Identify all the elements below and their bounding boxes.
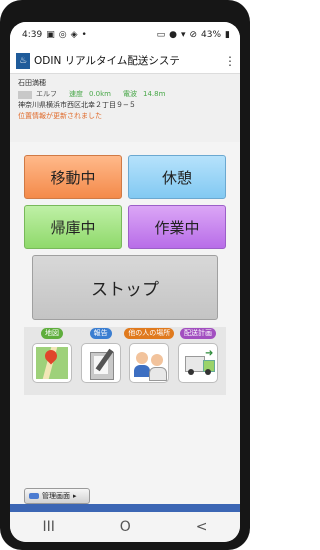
battery-icon: ▮ bbox=[225, 30, 230, 40]
admin-label: 管理画面 bbox=[42, 492, 70, 500]
status-right: ▭ ● ▾ ⊘ 43% ▮ bbox=[157, 30, 230, 40]
speed-label: 速度 bbox=[69, 90, 83, 98]
info-panel: 石田満穂 エルフ 速度 0.0km 電波 14.8m 神奈川県横浜市西区北幸２丁… bbox=[10, 74, 240, 142]
dot-icon: • bbox=[81, 30, 87, 40]
delivery-plan-tag: 配送計画 bbox=[179, 328, 216, 339]
car-icon bbox=[29, 493, 39, 499]
return-button[interactable]: 帰庫中 bbox=[24, 205, 122, 249]
ring-icon: ◎ bbox=[58, 30, 67, 40]
app-bar: ♨ ODIN リアルタイム配送システ ⋮ bbox=[10, 48, 240, 74]
clipboard-icon bbox=[80, 343, 121, 383]
status-left: 4:39 ▣ ◎ ◈ • bbox=[22, 30, 87, 40]
app-title: ODIN リアルタイム配送システ bbox=[34, 55, 180, 67]
people-icon bbox=[129, 343, 170, 383]
others-location-tile[interactable]: 他の人の場所 bbox=[124, 327, 175, 395]
recents-icon[interactable]: III bbox=[42, 519, 54, 535]
delivery-plan-tile[interactable]: 配送計画 ➜ bbox=[176, 327, 220, 395]
map-tile[interactable]: 地図 bbox=[30, 327, 74, 395]
vehicle-name: エルフ bbox=[36, 90, 57, 98]
status-bar: 4:39 ▣ ◎ ◈ • ▭ ● ▾ ⊘ 43% ▮ bbox=[10, 22, 240, 48]
play-icon: ▸ bbox=[73, 492, 77, 500]
stop-button[interactable]: ストップ bbox=[32, 255, 218, 320]
home-icon[interactable]: O bbox=[120, 519, 131, 535]
screen: 4:39 ▣ ◎ ◈ • ▭ ● ▾ ⊘ 43% ▮ ♨ ODIN リアルタイム… bbox=[10, 22, 240, 542]
phone-frame: 4:39 ▣ ◎ ◈ • ▭ ● ▾ ⊘ 43% ▮ ♨ ODIN リアルタイム… bbox=[0, 0, 250, 550]
block-icon: ⊘ bbox=[189, 30, 198, 40]
map-tag: 地図 bbox=[41, 328, 63, 339]
status-time: 4:39 bbox=[22, 30, 43, 40]
location-icon: ● bbox=[169, 30, 177, 40]
signal-label: 電波 bbox=[123, 90, 138, 98]
report-tag: 報告 bbox=[89, 328, 112, 339]
speed-value: 0.0km bbox=[89, 90, 112, 98]
work-button[interactable]: 作業中 bbox=[128, 205, 226, 249]
notice-text: 位置情報が更新されました bbox=[18, 112, 102, 120]
delivery-truck-icon: ➜ bbox=[177, 343, 218, 383]
move-button[interactable]: 移動中 bbox=[24, 155, 122, 199]
lock-icon: ▭ bbox=[156, 30, 166, 40]
break-button[interactable]: 休憩 bbox=[128, 155, 226, 199]
tiles-panel: 地図 報告 他の人の場所 配送計画 ➜ bbox=[24, 327, 226, 395]
others-location-tag: 他の人の場所 bbox=[124, 328, 175, 339]
back-icon[interactable]: < bbox=[196, 519, 208, 535]
battery-text: 43% bbox=[201, 30, 222, 40]
signal-value: 14.8m bbox=[143, 90, 166, 98]
report-tile[interactable]: 報告 bbox=[79, 327, 123, 395]
navigation-bar: III O < bbox=[10, 512, 240, 542]
vehicle-row: エルフ 速度 0.0km 電波 14.8m bbox=[18, 89, 232, 100]
message-icon: ▣ bbox=[46, 30, 55, 40]
map-icon bbox=[32, 343, 72, 383]
truck-icon bbox=[18, 90, 32, 99]
admin-bar bbox=[10, 504, 240, 512]
address: 神奈川県横浜市西区北幸２丁目９−５ bbox=[18, 101, 136, 109]
admin-button[interactable]: 管理画面 ▸ bbox=[24, 488, 90, 504]
app-logo-icon: ♨ bbox=[16, 52, 30, 69]
wifi-icon: ▾ bbox=[180, 30, 186, 40]
driver-name: 石田満穂 bbox=[18, 79, 46, 87]
overflow-menu-icon[interactable]: ⋮ bbox=[224, 54, 236, 68]
cast-icon: ◈ bbox=[70, 30, 78, 40]
